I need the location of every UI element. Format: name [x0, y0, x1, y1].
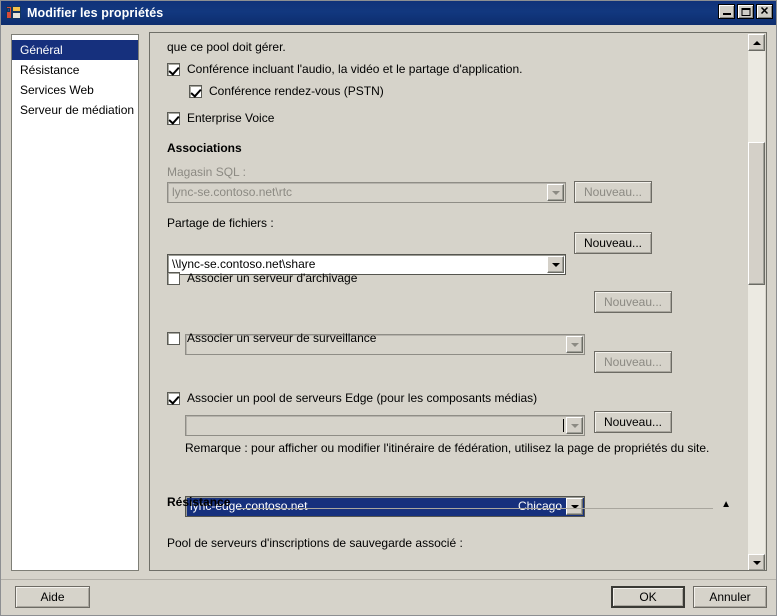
text-caret	[563, 419, 564, 432]
chevron-up-icon[interactable]: ▲	[721, 500, 731, 512]
chevron-down-icon[interactable]	[547, 184, 564, 201]
backup-pool-label: Pool de serveurs d'inscriptions de sauve…	[167, 536, 463, 550]
minimize-button[interactable]	[718, 4, 735, 19]
sidebar-item-services-web[interactable]: Services Web	[12, 80, 138, 100]
edge-pool-new-button[interactable]: Nouveau...	[594, 411, 672, 433]
file-share-label: Partage de fichiers :	[167, 216, 274, 230]
help-button[interactable]: Aide	[15, 586, 90, 608]
cancel-button[interactable]: Annuler	[693, 586, 767, 608]
checkbox-archiving-row[interactable]: Associer un serveur d'archivage	[167, 271, 357, 285]
checkbox-monitoring-label: Associer un serveur de surveillance	[187, 331, 377, 345]
checkbox-archiving[interactable]	[167, 271, 180, 285]
resilience-section-header[interactable]: Résistance ▲	[167, 495, 731, 512]
dialog-footer: Aide OK Annuler	[1, 580, 776, 615]
checkbox-archiving-label: Associer un serveur d'archivage	[187, 271, 358, 285]
scrollbar-thumb[interactable]	[748, 142, 765, 285]
settings-content-panel: que ce pool doit gérer. Conférence inclu…	[149, 32, 767, 571]
content-vertical-scrollbar[interactable]	[748, 34, 765, 570]
associations-heading: Associations	[167, 141, 242, 155]
sidebar-item-resistance[interactable]: Résistance	[12, 60, 138, 80]
minimize-icon	[722, 13, 731, 15]
intro-text: que ce pool doit gérer.	[167, 40, 286, 54]
monitoring-combobox[interactable]	[185, 415, 585, 436]
maximize-icon	[741, 7, 750, 16]
sql-store-label: Magasin SQL :	[167, 165, 246, 179]
close-button[interactable]: ✕	[756, 4, 773, 19]
sql-store-new-button[interactable]: Nouveau...	[574, 181, 652, 203]
checkbox-edge-pool-label: Associer un pool de serveurs Edge (pour …	[187, 391, 538, 405]
checkbox-enterprise-voice-label: Enterprise Voice	[187, 111, 275, 125]
checkbox-edge-pool[interactable]	[167, 391, 180, 405]
checkbox-monitoring-row[interactable]: Associer un serveur de surveillance	[167, 331, 376, 345]
scroll-up-button[interactable]	[748, 34, 765, 51]
window-title: Modifier les propriétés	[27, 6, 164, 20]
sql-store-combobox[interactable]: lync-se.contoso.net\rtc	[167, 182, 566, 203]
archiving-new-button[interactable]: Nouveau...	[594, 291, 672, 313]
window-controls: ✕	[718, 4, 773, 19]
close-icon: ✕	[759, 5, 770, 17]
checkbox-pstn-row[interactable]: Conférence rendez-vous (PSTN)	[189, 84, 384, 98]
section-divider	[238, 508, 714, 509]
federation-note: Remarque : pour afficher ou modifier l'i…	[185, 441, 710, 455]
file-share-new-button[interactable]: Nouveau...	[574, 232, 652, 254]
checkbox-conference[interactable]	[167, 62, 180, 76]
checkbox-conference-label: Conférence incluant l'audio, la vidéo et…	[187, 62, 523, 76]
settings-scroll-content: que ce pool doit gérer. Conférence inclu…	[150, 33, 748, 570]
sidebar-item-general[interactable]: Général	[12, 40, 138, 60]
checkbox-enterprise-voice[interactable]	[167, 111, 180, 125]
chevron-down-icon[interactable]	[547, 256, 564, 273]
category-list[interactable]: Général Résistance Services Web Serveur …	[11, 34, 139, 571]
chevron-down-icon[interactable]	[566, 417, 583, 434]
ok-button[interactable]: OK	[611, 586, 685, 608]
checkbox-conference-row[interactable]: Conférence incluant l'audio, la vidéo et…	[167, 62, 522, 76]
properties-dialog: Modifier les propriétés ✕ Général Résist…	[0, 0, 777, 616]
checkbox-monitoring[interactable]	[167, 331, 180, 345]
monitoring-new-button[interactable]: Nouveau...	[594, 351, 672, 373]
chevron-down-icon[interactable]	[566, 336, 583, 353]
resilience-section-title: Résistance	[167, 495, 231, 509]
sidebar-item-serveur-mediation[interactable]: Serveur de médiation	[12, 100, 138, 120]
checkbox-pstn[interactable]	[189, 84, 202, 98]
maximize-button[interactable]	[737, 4, 754, 19]
sql-store-value: lync-se.contoso.net\rtc	[172, 185, 293, 199]
scroll-down-button[interactable]	[748, 554, 765, 570]
checkbox-enterprise-voice-row[interactable]: Enterprise Voice	[167, 111, 274, 125]
checkbox-pstn-label: Conférence rendez-vous (PSTN)	[209, 84, 384, 98]
properties-window-icon	[6, 5, 22, 21]
title-bar: Modifier les propriétés ✕	[1, 1, 776, 25]
checkbox-edge-pool-row[interactable]: Associer un pool de serveurs Edge (pour …	[167, 391, 537, 405]
